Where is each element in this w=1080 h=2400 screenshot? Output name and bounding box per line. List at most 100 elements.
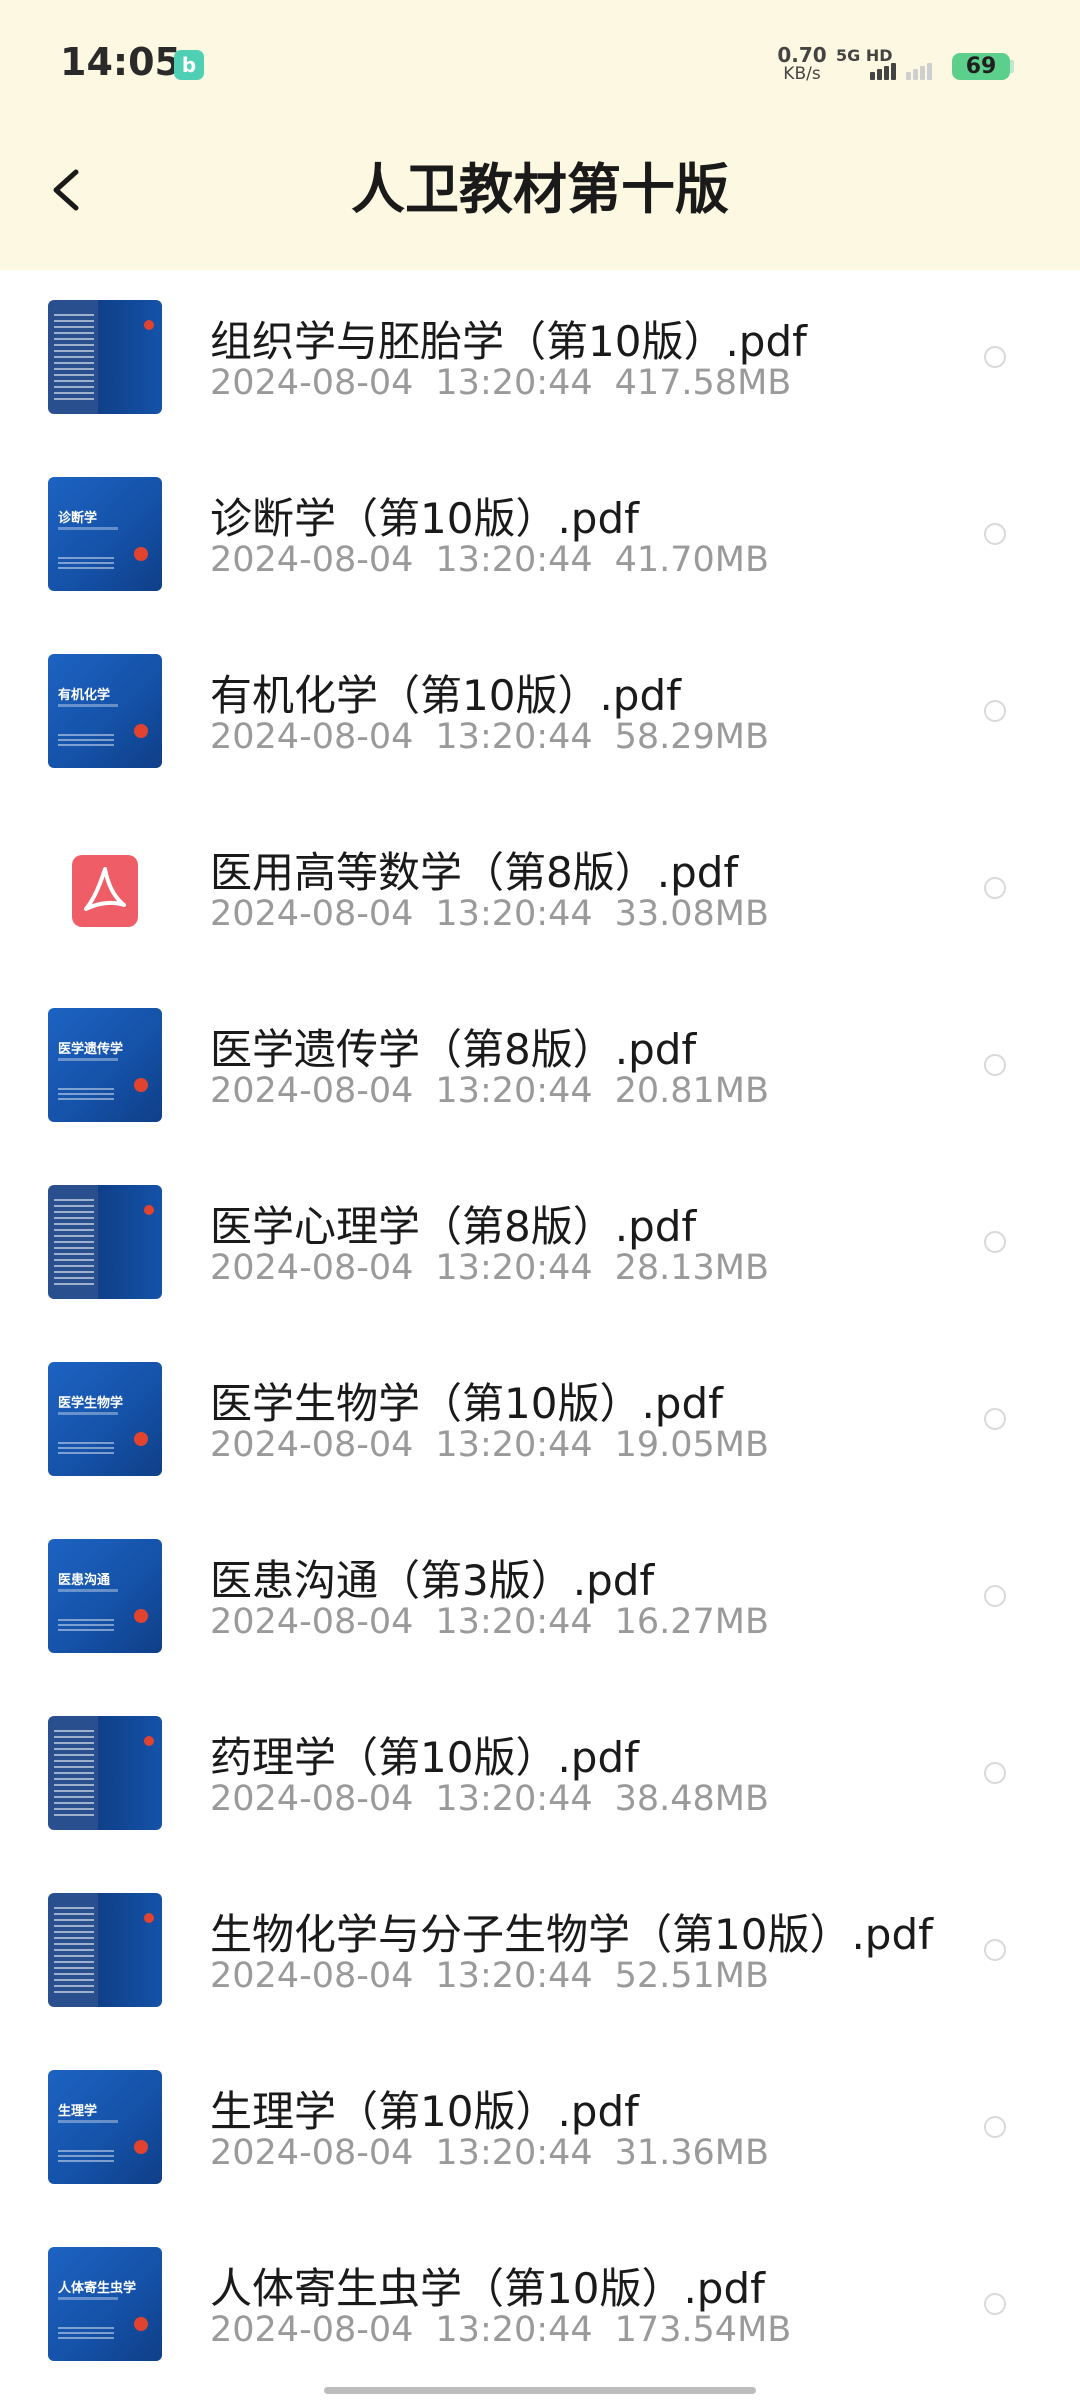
battery-tip	[1010, 60, 1014, 73]
file-name: 生理学（第10版）.pdf	[210, 2087, 639, 2136]
file-size: 19.05MB	[614, 1425, 770, 1465]
book-cover-thumbnail[interactable]	[48, 1185, 162, 1299]
cover-title-text: 有机化学	[58, 688, 111, 703]
book-cover-thumbnail[interactable]: 医学遗传学	[48, 1008, 162, 1122]
file-date: 2024-08-04	[210, 1071, 414, 1111]
cover-title-text: 医学生物学	[58, 1396, 124, 1411]
select-radio-button[interactable]	[984, 2116, 1006, 2138]
file-size: 38.48MB	[614, 1779, 770, 1819]
file-row[interactable]: 组织学与胚胎学（第10版）.pdf 2024-08-04 13:20:44 417.5…	[0, 270, 1080, 447]
file-meta: 2024-08-04 13:20:44 28.13MB	[210, 1248, 791, 1288]
file-row[interactable]: 药理学（第10版）.pdf 2024-08-04 13:20:44 38.48MB	[0, 1686, 1080, 1863]
file-time: 13:20:44	[435, 894, 593, 934]
select-radio-button[interactable]	[984, 1408, 1006, 1430]
file-name: 医学遗传学（第8版）.pdf	[210, 1025, 697, 1074]
select-radio-button[interactable]	[984, 346, 1006, 368]
cover-decoration	[58, 1412, 118, 1415]
file-date: 2024-08-04	[210, 2310, 414, 2350]
file-row[interactable]: 生理学 生理学（第10版）.pdf 2024-08-04 13:20:44 31.36M…	[0, 2040, 1080, 2217]
file-size: 41.70MB	[614, 540, 770, 580]
cover-decoration	[134, 1078, 148, 1092]
pdf-file-icon[interactable]	[48, 831, 162, 945]
file-meta: 2024-08-04 13:20:44 31.36MB	[210, 2133, 791, 2173]
file-size: 16.27MB	[614, 1602, 770, 1642]
select-radio-button[interactable]	[984, 523, 1006, 545]
file-row[interactable]: 人体寄生虫学 人体寄生虫学（第10版）.pdf 2024-08-04 13:20:44…	[0, 2217, 1080, 2394]
file-size: 31.36MB	[614, 2133, 770, 2173]
file-date: 2024-08-04	[210, 1779, 414, 1819]
cover-decoration	[58, 1589, 118, 1592]
file-date: 2024-08-04	[210, 2133, 414, 2173]
file-row[interactable]: 有机化学 有机化学（第10版）.pdf 2024-08-04 13:20:44 58.2…	[0, 624, 1080, 801]
book-cover-thumbnail[interactable]: 有机化学	[48, 654, 162, 768]
book-cover-thumbnail[interactable]: 生理学	[48, 2070, 162, 2184]
file-row[interactable]: 诊断学 诊断学（第10版）.pdf 2024-08-04 13:20:44 41.70M…	[0, 447, 1080, 624]
file-size: 58.29MB	[614, 717, 770, 757]
file-row[interactable]: 医学心理学（第8版）.pdf 2024-08-04 13:20:44 28.13MB	[0, 1155, 1080, 1332]
cover-decoration	[58, 1088, 114, 1100]
file-time: 13:20:44	[435, 2310, 593, 2350]
network-speed-value: 0.70	[777, 43, 827, 67]
cover-decoration	[144, 320, 154, 330]
home-indicator[interactable]	[324, 2387, 756, 2394]
book-cover-thumbnail[interactable]	[48, 1893, 162, 2007]
cover-decoration	[58, 1058, 118, 1061]
file-size: 52.51MB	[614, 1956, 770, 1996]
cover-title-text: 医学遗传学	[58, 1042, 124, 1057]
file-meta: 2024-08-04 13:20:44 173.54MB	[210, 2310, 813, 2350]
file-meta: 2024-08-04 13:20:44 20.81MB	[210, 1071, 791, 1111]
cover-decoration	[134, 2140, 148, 2154]
app-notification-icon: b	[174, 50, 204, 80]
file-list[interactable]: 组织学与胚胎学（第10版）.pdf 2024-08-04 13:20:44 417.5…	[0, 270, 1080, 2400]
file-row[interactable]: 医患沟通 医患沟通（第3版）.pdf 2024-08-04 13:20:44 16.27…	[0, 1509, 1080, 1686]
select-radio-button[interactable]	[984, 1054, 1006, 1076]
file-time: 13:20:44	[435, 1248, 593, 1288]
file-time: 13:20:44	[435, 1425, 593, 1465]
select-radio-button[interactable]	[984, 1939, 1006, 1961]
file-meta: 2024-08-04 13:20:44 417.58MB	[210, 363, 813, 403]
header: 14:05 b 0.70 KB/s 5G HD 69 人卫教材第十版	[0, 0, 1080, 270]
cover-decoration	[134, 1432, 148, 1446]
file-date: 2024-08-04	[210, 717, 414, 757]
file-time: 13:20:44	[435, 1779, 593, 1819]
book-cover-thumbnail[interactable]: 诊断学	[48, 477, 162, 591]
chevron-left-icon	[53, 169, 79, 211]
select-radio-button[interactable]	[984, 1231, 1006, 1253]
file-row[interactable]: 医用高等数学（第8版）.pdf 2024-08-04 13:20:44 33.08MB	[0, 801, 1080, 978]
book-cover-thumbnail[interactable]	[48, 1716, 162, 1830]
book-cover-thumbnail[interactable]	[48, 300, 162, 414]
select-radio-button[interactable]	[984, 700, 1006, 722]
file-meta: 2024-08-04 13:20:44 19.05MB	[210, 1425, 791, 1465]
cover-title-text: 人体寄生虫学	[58, 2281, 137, 2296]
select-radio-button[interactable]	[984, 1762, 1006, 1784]
file-row[interactable]: 医学遗传学 医学遗传学（第8版）.pdf 2024-08-04 13:20:44 20.…	[0, 978, 1080, 1155]
select-radio-button[interactable]	[984, 2293, 1006, 2315]
file-name: 医学生物学（第10版）.pdf	[210, 1379, 723, 1428]
file-time: 13:20:44	[435, 1956, 593, 1996]
file-date: 2024-08-04	[210, 1602, 414, 1642]
cover-decoration	[54, 314, 94, 400]
file-row[interactable]: 生物化学与分子生物学（第10版）.pdf 2024-08-04 13:20:44 52…	[0, 1863, 1080, 2040]
file-name: 诊断学（第10版）.pdf	[210, 494, 639, 543]
file-name: 组织学与胚胎学（第10版）.pdf	[210, 317, 807, 366]
page-title: 人卫教材第十版	[351, 158, 729, 221]
file-row[interactable]: 医学生物学 医学生物学（第10版）.pdf 2024-08-04 13:20:44 19…	[0, 1332, 1080, 1509]
book-cover-thumbnail[interactable]: 人体寄生虫学	[48, 2247, 162, 2361]
book-cover-thumbnail[interactable]: 医学生物学	[48, 1362, 162, 1476]
book-cover-thumbnail[interactable]: 医患沟通	[48, 1539, 162, 1653]
select-radio-button[interactable]	[984, 1585, 1006, 1607]
network-type-label: 5G HD	[836, 46, 893, 65]
file-meta: 2024-08-04 13:20:44 33.08MB	[210, 894, 791, 934]
file-size: 20.81MB	[614, 1071, 770, 1111]
file-date: 2024-08-04	[210, 894, 414, 934]
file-size: 33.08MB	[614, 894, 770, 934]
file-meta: 2024-08-04 13:20:44 41.70MB	[210, 540, 791, 580]
select-radio-button[interactable]	[984, 877, 1006, 899]
file-date: 2024-08-04	[210, 1956, 414, 1996]
network-speed: 0.70 KB/s	[774, 43, 830, 84]
file-meta: 2024-08-04 13:20:44 52.51MB	[210, 1956, 791, 1996]
cover-decoration	[58, 557, 114, 569]
file-name: 有机化学（第10版）.pdf	[210, 671, 681, 720]
file-name: 医学心理学（第8版）.pdf	[210, 1202, 697, 1251]
back-button[interactable]	[40, 150, 100, 230]
